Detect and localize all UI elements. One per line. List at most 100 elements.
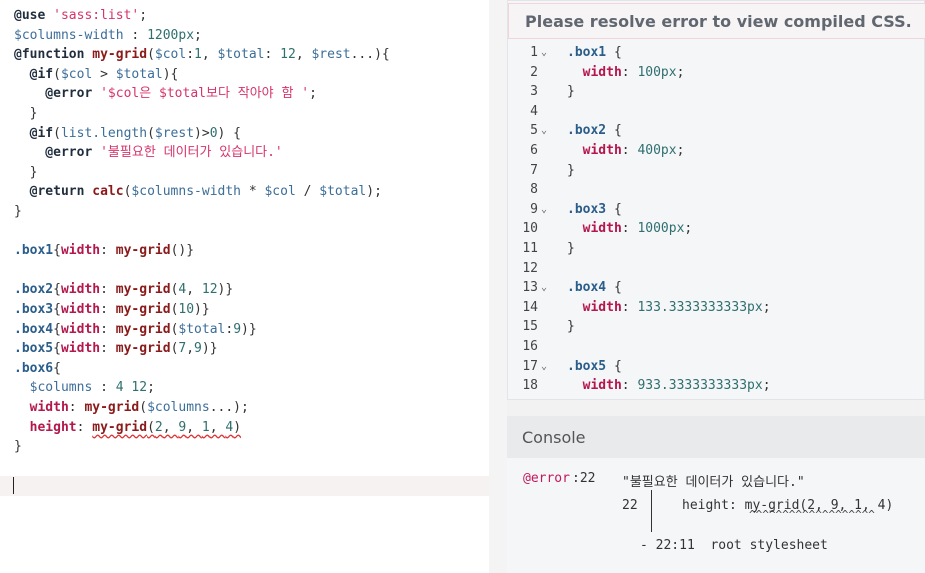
code-token: 'sass:list'	[53, 8, 140, 23]
editor-line: @function my-grid($col:1, $total: 12, $r…	[14, 45, 390, 64]
code-token: 4	[225, 419, 234, 435]
code-token: $rest	[154, 125, 195, 141]
code-token: ;	[676, 64, 685, 80]
console-error-tag: @error	[523, 471, 570, 486]
editor-line: @if($col > $total){	[14, 65, 179, 84]
code-token: 9	[194, 341, 202, 357]
code-token: .box3	[567, 201, 607, 217]
code-token: 1	[194, 47, 202, 63]
code-token: list.length	[60, 125, 148, 141]
code-token: ,	[201, 47, 218, 63]
code-token: width	[567, 143, 622, 158]
editor-line: $columns-width : 1200px;	[14, 26, 202, 45]
code-token: }	[567, 241, 575, 256]
code-token: width	[567, 299, 622, 315]
console-line-number: 22	[622, 498, 638, 513]
code-token: )}	[241, 321, 257, 337]
editor-line: @if(list.length($rest)>0) {	[14, 124, 241, 143]
chevron-down-icon[interactable]: ⌄	[541, 200, 547, 220]
compiled-line: 10 width: 1000px;	[508, 219, 925, 239]
scss-editor[interactable]: @use 'sass:list'; $columns-width : 1200px…	[0, 0, 489, 573]
code-token: :	[264, 47, 281, 63]
code-token: *	[241, 184, 265, 200]
code-token: ()}	[170, 243, 195, 259]
console-error-location: :22	[572, 471, 596, 486]
code-token: :	[186, 47, 195, 63]
chevron-down-icon[interactable]: ⌄	[541, 43, 547, 63]
line-number: 10	[522, 221, 538, 237]
compiled-line: 16	[508, 337, 925, 357]
code-token: $columns-width	[131, 184, 241, 200]
code-token: $total	[115, 66, 163, 82]
code-token: @error	[14, 145, 93, 161]
compiled-code-text: width: 100px;	[567, 63, 685, 83]
compiled-line: 15}	[508, 317, 925, 337]
code-token: width	[60, 341, 101, 357]
code-token: }	[14, 204, 22, 219]
editor-line: }	[14, 202, 22, 221]
code-token: 2	[154, 419, 163, 435]
line-number: 18	[522, 378, 538, 394]
editor-line: $columns : 4 12;	[14, 378, 155, 397]
compiled-code-text: }	[567, 317, 575, 337]
compiled-line: 8	[508, 180, 925, 200]
compiled-line: 2 width: 100px;	[508, 63, 925, 83]
chevron-down-icon[interactable]: ⌄	[541, 121, 547, 141]
code-token: )}	[217, 282, 234, 298]
code-token: }	[567, 319, 575, 335]
editor-line: .box1{width: my-grid()}	[14, 241, 194, 260]
code-token: ;	[762, 299, 771, 315]
compiled-line: 7}	[508, 161, 925, 181]
code-token: .box3	[14, 302, 54, 317]
code-token: $columns	[147, 400, 210, 415]
editor-line: @use 'sass:list';	[14, 6, 147, 25]
code-token: 1200px	[147, 27, 195, 43]
code-token: $col	[60, 66, 93, 82]
code-token: (	[53, 66, 61, 82]
console-error-message: "불필요한 데이터가 있습니다."	[622, 475, 805, 490]
chevron-down-icon[interactable]: ⌄	[541, 357, 547, 377]
code-token: ,	[186, 419, 202, 435]
pane-divider-horizontal[interactable]	[507, 400, 925, 416]
line-number: 15	[522, 319, 538, 335]
line-number: 7	[530, 162, 538, 178]
code-token: 10	[178, 302, 195, 317]
compiled-line: 17 ⌄ .box5 {	[508, 357, 925, 377]
editor-line: height: my-grid(2, 9, 1, 4)	[14, 418, 241, 437]
line-number: 12	[522, 260, 538, 276]
code-token: :	[621, 221, 638, 237]
compiled-code-text: }	[567, 82, 575, 102]
code-token: :	[621, 64, 638, 80]
pane-divider-vertical[interactable]	[489, 0, 507, 573]
code-token: ;	[684, 221, 693, 237]
code-token: ;	[309, 86, 317, 102]
code-token: $columns	[14, 380, 93, 396]
code-token: width	[567, 221, 622, 237]
code-token: $columns-width	[14, 27, 124, 43]
editor-line: .box5{width: my-grid(7,9)}	[14, 339, 218, 358]
code-token: .box4	[14, 321, 54, 337]
compiled-line: 6 width: 400px;	[508, 141, 925, 161]
compiled-line: 1 ⌄ .box1 {	[508, 43, 925, 63]
code-token: my-grid	[115, 243, 171, 259]
code-token: {	[606, 201, 622, 217]
code-token: {	[53, 302, 61, 317]
compiled-code-text: .box2 {	[567, 121, 622, 141]
code-token: :	[100, 243, 116, 259]
chevron-down-icon[interactable]: ⌄	[541, 278, 547, 298]
code-token: height	[14, 419, 77, 435]
code-token: @use	[14, 8, 46, 23]
code-token: @return	[14, 184, 85, 200]
compiled-css-panel: Please resolve error to view compiled CS…	[507, 0, 925, 400]
code-token: 0	[209, 125, 218, 141]
line-number: 8	[530, 182, 538, 198]
code-token: ,	[162, 419, 179, 435]
editor-line: .box3{width: my-grid(10)}	[14, 300, 210, 319]
code-token: 400px	[637, 143, 677, 158]
code-token: my-grid	[84, 400, 140, 415]
line-number: 5	[530, 123, 538, 139]
code-token: $rest	[311, 47, 351, 63]
line-number: 14	[522, 299, 538, 315]
